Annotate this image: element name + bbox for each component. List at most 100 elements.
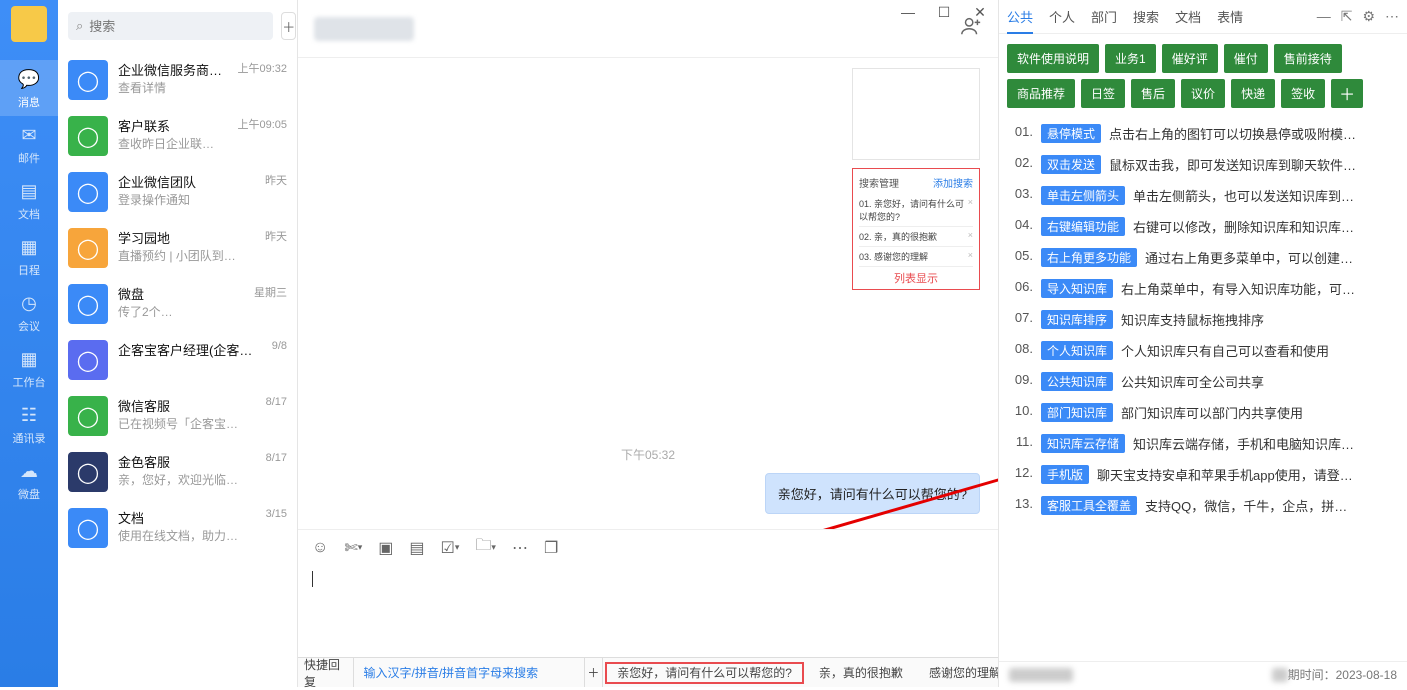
kb-item[interactable]: 11. 知识库云存储 知识库云端存储，手机和电脑知识库…	[1009, 428, 1397, 459]
kb-tag[interactable]: 日签	[1081, 79, 1125, 108]
kb-tag[interactable]: 催好评	[1162, 44, 1218, 73]
kb-item[interactable]: 10. 部门知识库 部门知识库可以部门内共享使用	[1009, 397, 1397, 428]
kb-tag[interactable]: 业务1	[1105, 44, 1156, 73]
pin-icon[interactable]: ⇱	[1341, 8, 1353, 25]
tab-search[interactable]: 搜索	[1133, 7, 1159, 26]
conversation-time: 上午09:32	[237, 60, 287, 79]
kb-item[interactable]: 03. 单击左侧箭头 单击左侧箭头，也可以发送知识库到…	[1009, 180, 1397, 211]
folder-icon[interactable]: 🗀▾	[475, 534, 496, 561]
kb-tag[interactable]: 议价	[1181, 79, 1225, 108]
quick-reply-hint[interactable]: 输入汉字/拼音/拼音首字母来搜索	[354, 664, 584, 681]
delete-icon[interactable]: ×	[968, 250, 973, 263]
kb-item[interactable]: 13. 客服工具全覆盖 支持QQ，微信，千牛，企点，拼…	[1009, 490, 1397, 521]
tab-doc[interactable]: 文档	[1175, 7, 1201, 26]
conversation-item[interactable]: ◯ 微信客服8/17 已在视频号「企客宝…	[58, 388, 297, 444]
conversation-item[interactable]: ◯ 企客宝客户经理(企客…9/8	[58, 332, 297, 388]
quick-reply-add[interactable]: ＋	[584, 658, 604, 687]
kb-tag[interactable]: 售前接待	[1274, 44, 1342, 73]
kb-text: 公共知识库可全公司共享	[1121, 372, 1397, 391]
delete-icon[interactable]: ×	[968, 230, 973, 243]
conversation-time: 9/8	[272, 340, 287, 359]
kb-tag[interactable]: 快递	[1231, 79, 1275, 108]
conversation-preview: 传了2个…	[118, 303, 287, 320]
minimize-icon[interactable]: —	[1317, 8, 1331, 25]
kb-tag[interactable]: 售后	[1131, 79, 1175, 108]
self-avatar[interactable]	[11, 6, 47, 42]
maximize-button[interactable]: ☐	[932, 4, 956, 21]
close-button[interactable]: ✕	[968, 4, 992, 21]
kb-badge: 知识库云存储	[1041, 434, 1125, 453]
tab-emoji[interactable]: 表情	[1217, 7, 1243, 26]
attachment-thumbnail[interactable]	[852, 68, 980, 160]
kb-tag-add[interactable]: ＋	[1331, 79, 1363, 108]
kb-item[interactable]: 06. 导入知识库 右上角菜单中，有导入知识库功能，可…	[1009, 273, 1397, 304]
scissors-icon[interactable]: ✄▾	[344, 538, 362, 558]
conversation-item[interactable]: ◯ 企业微信团队昨天 登录操作通知	[58, 164, 297, 220]
nav-meeting[interactable]: ◷会议	[0, 284, 58, 340]
kb-item[interactable]: 07. 知识库排序 知识库支持鼠标拖拽排序	[1009, 304, 1397, 335]
conversation-time: 上午09:05	[237, 116, 287, 135]
kb-tag[interactable]: 软件使用说明	[1007, 44, 1099, 73]
nav-messages[interactable]: 💬消息	[0, 60, 58, 116]
tab-public[interactable]: 公共	[1007, 7, 1033, 34]
kb-badge: 手机版	[1041, 465, 1089, 484]
new-chat-button[interactable]: ＋	[281, 12, 296, 40]
grid-icon: ▦	[18, 348, 40, 370]
kb-tag[interactable]: 催付	[1224, 44, 1268, 73]
quick-chip[interactable]: 亲，真的很抱歉	[808, 662, 914, 684]
kb-list[interactable]: 01. 悬停模式 点击右上角的图钉可以切换悬停或吸附模…02. 双击发送 鼠标双…	[999, 108, 1407, 661]
kb-item[interactable]: 09. 公共知识库 公共知识库可全公司共享	[1009, 366, 1397, 397]
conversation-item[interactable]: ◯ 金色客服8/17 亲，您好，欢迎光临…	[58, 444, 297, 500]
more-icon[interactable]: ⋯	[1385, 8, 1399, 25]
nav-label: 通讯录	[13, 430, 46, 446]
conversation-title: 企业微信服务商助手	[118, 60, 231, 79]
quick-chip[interactable]: 亲您好，请问有什么可以帮您的?	[605, 662, 804, 684]
footer-prefix: AA	[1272, 668, 1288, 682]
kb-index: 07.	[1009, 310, 1033, 325]
minimize-button[interactable]: —	[896, 4, 920, 21]
nav-drive[interactable]: ☁微盘	[0, 452, 58, 508]
conversation-item[interactable]: ◯ 微盘星期三 传了2个…	[58, 276, 297, 332]
kb-tag[interactable]: 签收	[1281, 79, 1325, 108]
conversation-item[interactable]: ◯ 文档3/15 使用在线文档，助力…	[58, 500, 297, 556]
conversation-list[interactable]: ◯ 企业微信服务商助手上午09:32 查看详情◯ 客户联系上午09:05 查收昨…	[58, 52, 297, 687]
conversation-item[interactable]: ◯ 客户联系上午09:05 查收昨日企业联…	[58, 108, 297, 164]
search-icon: ⌕	[76, 18, 83, 34]
nav-workbench[interactable]: ▦工作台	[0, 340, 58, 396]
kb-tag[interactable]: 商品推荐	[1007, 79, 1075, 108]
task-icon[interactable]: ☑▾	[441, 538, 460, 558]
image-icon[interactable]: ▣	[378, 538, 393, 558]
conversation-item[interactable]: ◯ 学习园地昨天 直播预约 | 小团队到…	[58, 220, 297, 276]
panel-add[interactable]: 添加搜索	[933, 175, 973, 190]
more-icon[interactable]: ⋯	[512, 538, 528, 558]
file-icon[interactable]: ▤	[409, 538, 424, 558]
message-input[interactable]	[298, 565, 998, 657]
panel-row[interactable]: 01. 亲您好，请问有什么可以帮您的?	[859, 197, 968, 223]
conversation-time: 8/17	[266, 396, 287, 415]
footer-user: AAAAAAAA	[1009, 668, 1073, 682]
kb-item[interactable]: 01. 悬停模式 点击右上角的图钉可以切换悬停或吸附模…	[1009, 118, 1397, 149]
nav-calendar[interactable]: ▦日程	[0, 228, 58, 284]
kb-index: 01.	[1009, 124, 1033, 139]
gear-icon[interactable]: ⚙	[1362, 8, 1375, 25]
panel-row[interactable]: 03. 感谢您的理解	[859, 250, 928, 263]
kb-item[interactable]: 12. 手机版 聊天宝支持安卓和苹果手机app使用，请登…	[1009, 459, 1397, 490]
nav-docs[interactable]: ▤文档	[0, 172, 58, 228]
kb-item[interactable]: 02. 双击发送 鼠标双击我，即可发送知识库到聊天软件…	[1009, 149, 1397, 180]
conversation-item[interactable]: ◯ 企业微信服务商助手上午09:32 查看详情	[58, 52, 297, 108]
search-input[interactable]	[89, 19, 265, 34]
panel-row[interactable]: 02. 亲，真的很抱歉	[859, 230, 937, 243]
emoji-icon[interactable]: ☺	[312, 539, 328, 557]
kb-item[interactable]: 05. 右上角更多功能 通过右上角更多菜单中，可以创建…	[1009, 242, 1397, 273]
nav-mail[interactable]: ✉邮件	[0, 116, 58, 172]
tab-personal[interactable]: 个人	[1049, 7, 1075, 26]
avatar: ◯	[68, 508, 108, 548]
nav-contacts[interactable]: ☷通讯录	[0, 396, 58, 452]
kb-item[interactable]: 04. 右键编辑功能 右键可以修改，删除知识库和知识库…	[1009, 211, 1397, 242]
quote-icon[interactable]: ❐	[544, 538, 558, 558]
delete-icon[interactable]: ×	[968, 197, 973, 223]
kb-item[interactable]: 08. 个人知识库 个人知识库只有自己可以查看和使用	[1009, 335, 1397, 366]
kb-index: 04.	[1009, 217, 1033, 232]
search-input-wrap[interactable]: ⌕	[68, 12, 273, 40]
tab-department[interactable]: 部门	[1091, 7, 1117, 26]
